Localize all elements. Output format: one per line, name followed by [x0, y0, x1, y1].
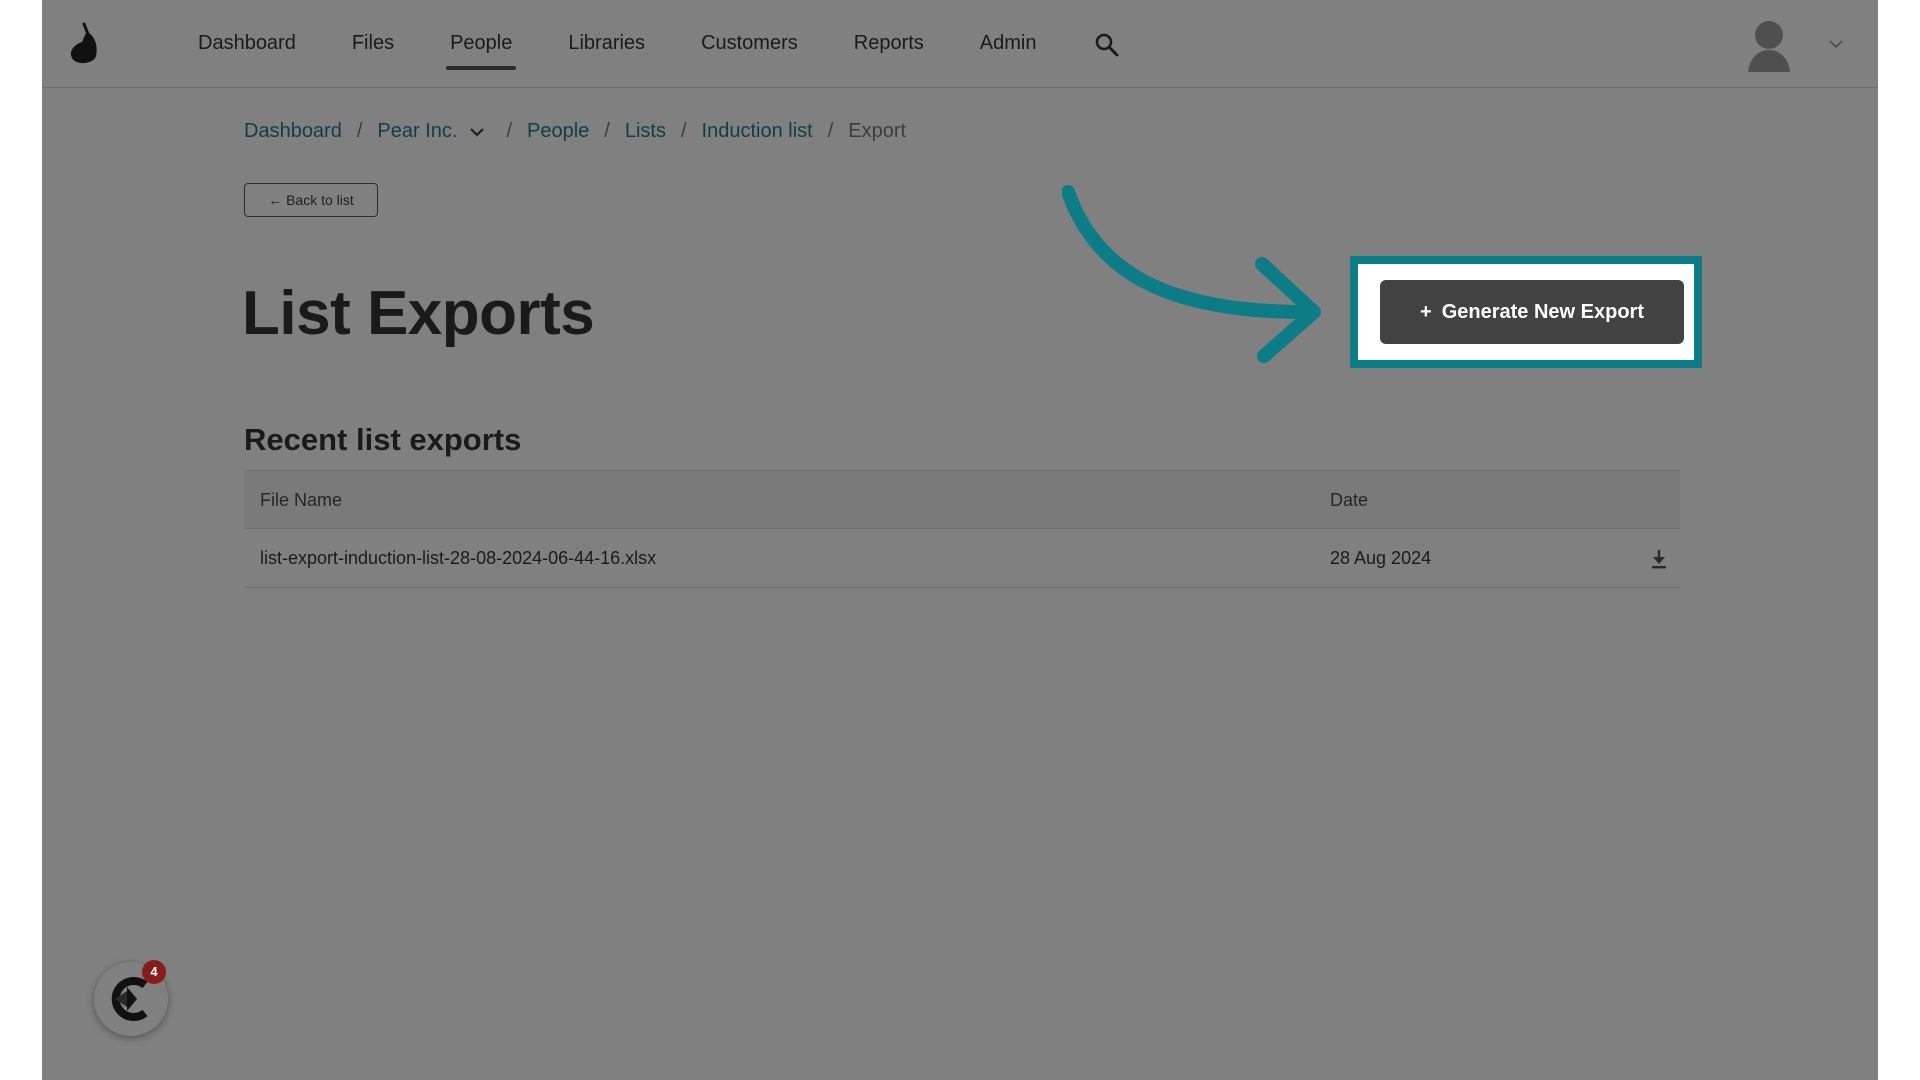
table-row: list-export-induction-list-28-08-2024-06…	[244, 529, 1680, 588]
top-navigation-bar: Dashboard Files People Libraries Custome…	[42, 0, 1878, 88]
breadcrumb-separator: /	[604, 120, 610, 142]
recent-exports-title: Recent list exports	[244, 422, 522, 457]
notification-badge: 4	[142, 960, 166, 984]
page-title: List Exports	[242, 279, 595, 348]
plus-icon: +	[1420, 300, 1432, 323]
column-header-file-name: File Name	[260, 490, 343, 510]
nav-item-files[interactable]: Files	[352, 0, 394, 88]
breadcrumb-separator: /	[680, 120, 687, 142]
export-file-name: list-export-induction-list-28-08-2024-06…	[260, 548, 657, 568]
chevron-down-icon[interactable]	[1828, 38, 1844, 50]
breadcrumb-organization[interactable]: Pear Inc.	[377, 120, 457, 143]
main-nav: Dashboard Files People Libraries Custome…	[198, 0, 1093, 88]
curved-arrow-annotation-icon	[1062, 185, 1321, 363]
nav-item-people[interactable]: People	[446, 0, 517, 88]
dimmed-page: Dashboard Files People Libraries Custome…	[42, 0, 1878, 1080]
table-header: File Name Date	[244, 470, 1680, 529]
nav-item-reports[interactable]: Reports	[854, 0, 924, 88]
breadcrumb-separator: /	[506, 120, 513, 142]
breadcrumb-separator: /	[827, 120, 834, 142]
breadcrumb-separator: /	[356, 120, 363, 142]
user-avatar-icon[interactable]	[1744, 18, 1794, 72]
column-header-date: Date	[1330, 490, 1369, 510]
pear-logo-icon[interactable]	[66, 20, 106, 68]
nav-item-customers[interactable]: Customers	[701, 0, 798, 88]
generate-new-export-label: Generate New Export	[1441, 300, 1644, 323]
breadcrumb-people[interactable]: People	[527, 120, 589, 143]
breadcrumb-lists[interactable]: Lists	[625, 120, 666, 143]
nav-item-libraries[interactable]: Libraries	[568, 0, 645, 88]
export-date: 28 Aug 2024	[1330, 548, 1432, 568]
exports-table: File Name Date list-export-induction-lis…	[244, 470, 1680, 588]
nav-item-admin[interactable]: Admin	[980, 0, 1037, 88]
breadcrumb-dashboard[interactable]: Dashboard	[244, 120, 342, 143]
chevron-down-icon[interactable]	[469, 126, 485, 138]
search-icon[interactable]	[1094, 32, 1120, 58]
generate-new-export-button[interactable]: + Generate New Export	[1380, 280, 1684, 344]
breadcrumb: Dashboard / Pear Inc. / People / Lists /…	[244, 120, 906, 143]
back-to-list-button[interactable]: ← Back to list	[244, 183, 378, 217]
download-icon[interactable]	[1650, 549, 1668, 569]
breadcrumb-current-export: Export	[848, 120, 907, 142]
nav-item-dashboard[interactable]: Dashboard	[198, 0, 296, 88]
breadcrumb-induction-list[interactable]: Induction list	[702, 120, 813, 143]
